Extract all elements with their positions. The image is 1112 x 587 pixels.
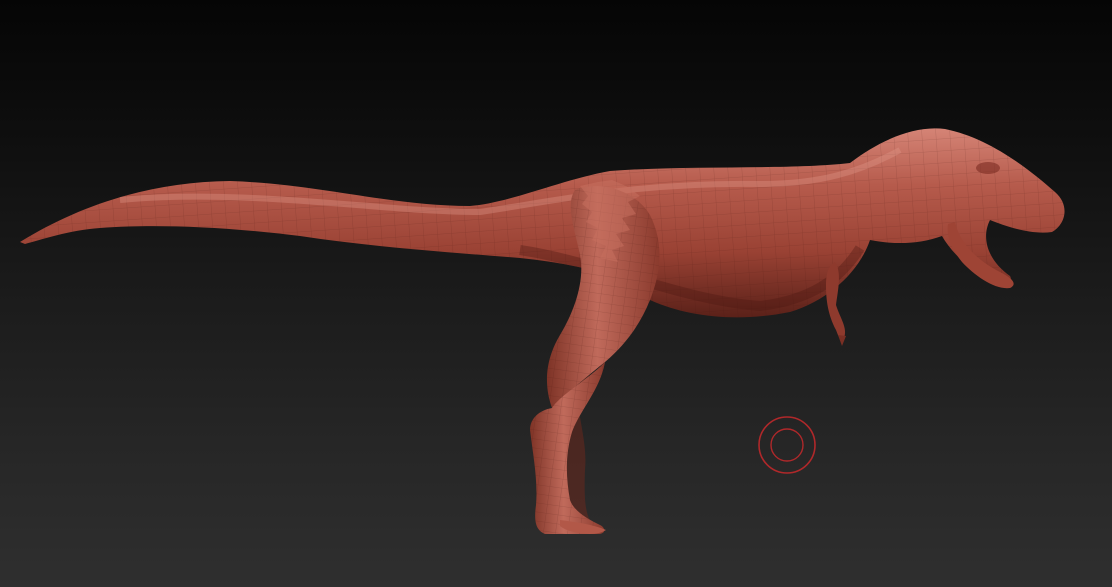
sculpt-canvas[interactable] — [0, 0, 1112, 587]
body-wireframe — [20, 128, 1065, 318]
eye-ridge — [976, 162, 1000, 174]
sculpt-viewport[interactable] — [0, 0, 1112, 587]
arm-claw — [838, 335, 846, 346]
brush-circle-icon[interactable] — [758, 416, 816, 474]
